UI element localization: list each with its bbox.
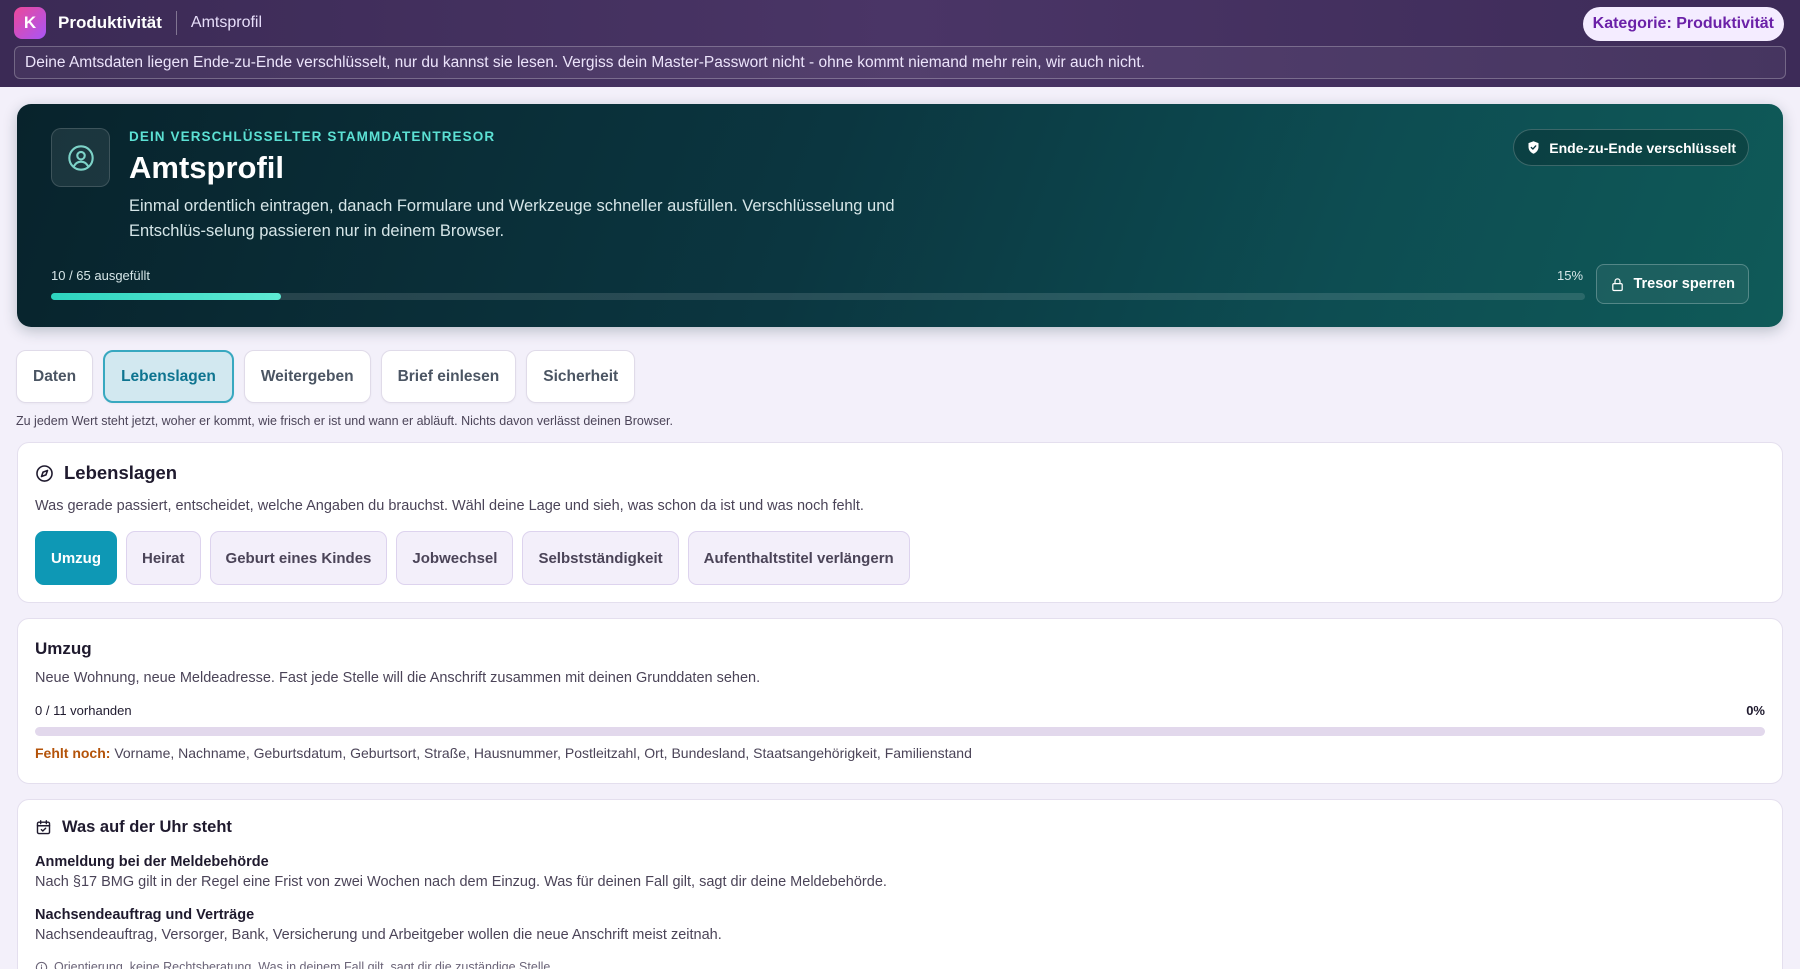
tab-daten[interactable]: Daten [16, 350, 94, 403]
shield-check-icon [1526, 140, 1541, 155]
tabs-hint: Zu jedem Wert steht jetzt, woher er komm… [16, 414, 673, 428]
deadline-item: Anmeldung bei der Meldebehörde Nach §17 … [35, 854, 887, 890]
lock-icon [1610, 277, 1625, 292]
vault-progress-bar [51, 293, 1585, 300]
encryption-badge-label: Ende-zu-Ende verschlüsselt [1549, 139, 1736, 156]
page-title: Amtsprofil [129, 150, 284, 185]
life-situations-card: Lebenslagen Was gerade passiert, entsche… [17, 442, 1783, 603]
deadlines-header: Was auf der Uhr steht [35, 818, 232, 837]
vault-progress-percent: 15% [1557, 268, 1584, 283]
vault-progress-label: 10 / 65 ausgefüllt [51, 268, 151, 283]
tab-weitergeben[interactable]: Weitergeben [243, 350, 371, 403]
chip-geburt-eines-kindes[interactable]: Geburt eines Kindes [209, 531, 388, 585]
deadline-text: Nach §17 BMG gilt in der Regel eine Fris… [35, 874, 887, 890]
umzug-progress-bar [35, 727, 1765, 736]
life-situations-description: Was gerade passiert, entscheidet, welche… [35, 498, 864, 514]
umzug-title: Umzug [35, 639, 92, 658]
tab-sicherheit[interactable]: Sicherheit [526, 350, 636, 403]
hero-eyebrow: DEIN VERSCHLÜSSELTER STAMMDATENTRESOR [129, 129, 496, 144]
deadline-text: Nachsendeauftrag, Versorger, Bank, Versi… [35, 927, 722, 943]
category-badge[interactable]: Kategorie: Produktivität [1582, 7, 1784, 41]
hero-description: Einmal ordentlich eintragen, danach Form… [129, 197, 895, 240]
lock-vault-button[interactable]: Tresor sperren [1596, 264, 1749, 304]
missing-fields: Fehlt noch: Vorname, Nachname, Geburtsda… [35, 745, 972, 761]
info-icon [35, 961, 48, 969]
deadline-item: Nachsendeauftrag und Verträge Nachsendea… [35, 907, 722, 943]
calendar-check-icon [35, 819, 52, 836]
chip-aufenthaltstitel[interactable]: Aufenthaltstitel verlängern [687, 531, 910, 585]
umzug-count-label: 0 / 11 vorhanden [35, 703, 132, 718]
deadlines-title: Was auf der Uhr steht [62, 818, 232, 836]
top-divider [175, 11, 177, 35]
deadlines-card: Was auf der Uhr steht Anmeldung bei der … [17, 799, 1783, 969]
encryption-badge: Ende-zu-Ende verschlüsselt [1513, 129, 1749, 166]
tab-bar: Daten Lebenslagen Weitergeben Brief einl… [16, 350, 1800, 403]
top-bar-row: K Produktivität Amtsprofil [14, 0, 1786, 46]
life-situations-header: Lebenslagen [35, 462, 177, 484]
app-logo[interactable]: K [14, 7, 46, 39]
chip-jobwechsel[interactable]: Jobwechsel [396, 531, 514, 585]
umzug-status-card: Umzug Neue Wohnung, neue Meldeadresse. F… [17, 618, 1783, 784]
encryption-notice: Deine Amtsdaten liegen Ende-zu-Ende vers… [14, 46, 1786, 79]
compass-icon [35, 464, 54, 483]
disclaimer-text: Orientierung, keine Rechtsberatung. Was … [54, 960, 554, 969]
breadcrumb-page: Amtsprofil [190, 14, 263, 31]
chip-selbststaendigkeit[interactable]: Selbstständigkeit [522, 531, 679, 585]
app-name[interactable]: Produktivität [58, 13, 162, 33]
vault-progress-fill [51, 293, 282, 300]
deadline-title: Anmeldung bei der Meldebehörde [35, 854, 269, 870]
missing-label: Fehlt noch: [35, 745, 111, 761]
tab-lebenslagen[interactable]: Lebenslagen [103, 350, 234, 403]
umzug-description: Neue Wohnung, neue Meldeadresse. Fast je… [35, 670, 761, 686]
user-circle-icon [51, 128, 110, 187]
life-situation-chips: Umzug Heirat Geburt eines Kindes Jobwech… [35, 531, 910, 585]
legal-disclaimer: Orientierung, keine Rechtsberatung. Was … [35, 960, 554, 969]
deadline-title: Nachsendeauftrag und Verträge [35, 907, 255, 923]
umzug-percent: 0% [1746, 703, 1765, 718]
chip-umzug[interactable]: Umzug [35, 531, 117, 585]
lock-vault-label: Tresor sperren [1633, 276, 1735, 292]
life-situations-title: Lebenslagen [64, 462, 178, 483]
tab-brief-einlesen[interactable]: Brief einlesen [380, 350, 517, 403]
top-bar: K Produktivität Amtsprofil Kategorie: Pr… [0, 0, 1800, 87]
vault-hero: DEIN VERSCHLÜSSELTER STAMMDATENTRESOR Am… [17, 104, 1783, 327]
missing-items: Vorname, Nachname, Geburtsdatum, Geburts… [114, 745, 972, 761]
chip-heirat[interactable]: Heirat [126, 531, 201, 585]
